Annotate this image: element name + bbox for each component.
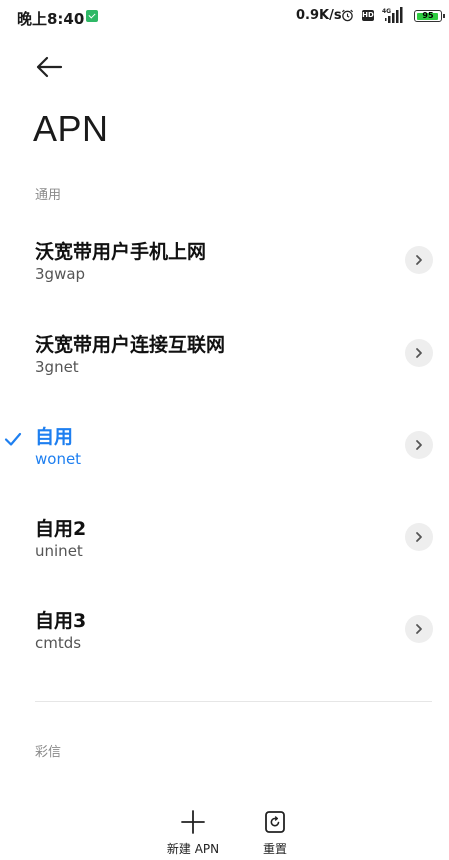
- apn-value: 3gnet: [35, 358, 79, 376]
- apn-item[interactable]: 自用2 uninet: [0, 514, 449, 606]
- new-apn-label: 新建 APN: [166, 842, 220, 856]
- section-header-mms: 彩信: [35, 745, 62, 760]
- apn-item-selected[interactable]: 自用 wonet: [0, 422, 449, 514]
- reset-button[interactable]: 重置: [255, 810, 295, 857]
- apn-item[interactable]: 沃宽带用户手机上网 3gwap: [0, 237, 449, 329]
- status-time: 晚上8:40: [17, 10, 85, 28]
- hd-icon: HD: [362, 10, 374, 21]
- checkmark-icon: [4, 432, 22, 446]
- apn-item[interactable]: 沃宽带用户连接互联网 3gnet: [0, 330, 449, 422]
- apn-value: 3gwap: [35, 265, 86, 283]
- divider: [35, 701, 432, 702]
- chevron-right-icon[interactable]: [405, 431, 433, 459]
- status-bar: 晚上8:40 0.9K/s HD 4G 95: [0, 0, 449, 34]
- chevron-right-icon[interactable]: [405, 246, 433, 274]
- app-notification-icon: [86, 10, 98, 22]
- apn-name: 自用2: [35, 518, 87, 540]
- apn-name: 沃宽带用户手机上网: [35, 241, 207, 263]
- apn-value: uninet: [35, 542, 83, 560]
- battery-icon: 95: [414, 10, 442, 22]
- reset-icon: [265, 811, 285, 833]
- apn-value: cmtds: [35, 634, 82, 652]
- reset-label: 重置: [262, 842, 287, 856]
- back-arrow-icon[interactable]: [34, 52, 64, 82]
- signal-icon: 4G: [382, 7, 403, 23]
- section-header-general: 通用: [35, 188, 62, 203]
- network-speed: 0.9K/s: [296, 8, 342, 23]
- new-apn-button[interactable]: 新建 APN: [162, 810, 224, 857]
- apn-value: wonet: [35, 450, 82, 468]
- chevron-right-icon[interactable]: [405, 615, 433, 643]
- apn-item[interactable]: 自用3 cmtds: [0, 606, 449, 698]
- chevron-right-icon[interactable]: [405, 339, 433, 367]
- battery-percent: 95: [422, 11, 434, 20]
- alarm-icon: [341, 9, 354, 22]
- plus-icon: [181, 810, 205, 834]
- network-type-label: 4G: [382, 8, 391, 15]
- apn-name: 沃宽带用户连接互联网: [35, 334, 226, 356]
- apn-name: 自用3: [35, 610, 87, 632]
- chevron-right-icon[interactable]: [405, 523, 433, 551]
- apn-name: 自用: [35, 426, 74, 448]
- battery-tip: [443, 14, 445, 18]
- page-title: APN: [33, 108, 109, 149]
